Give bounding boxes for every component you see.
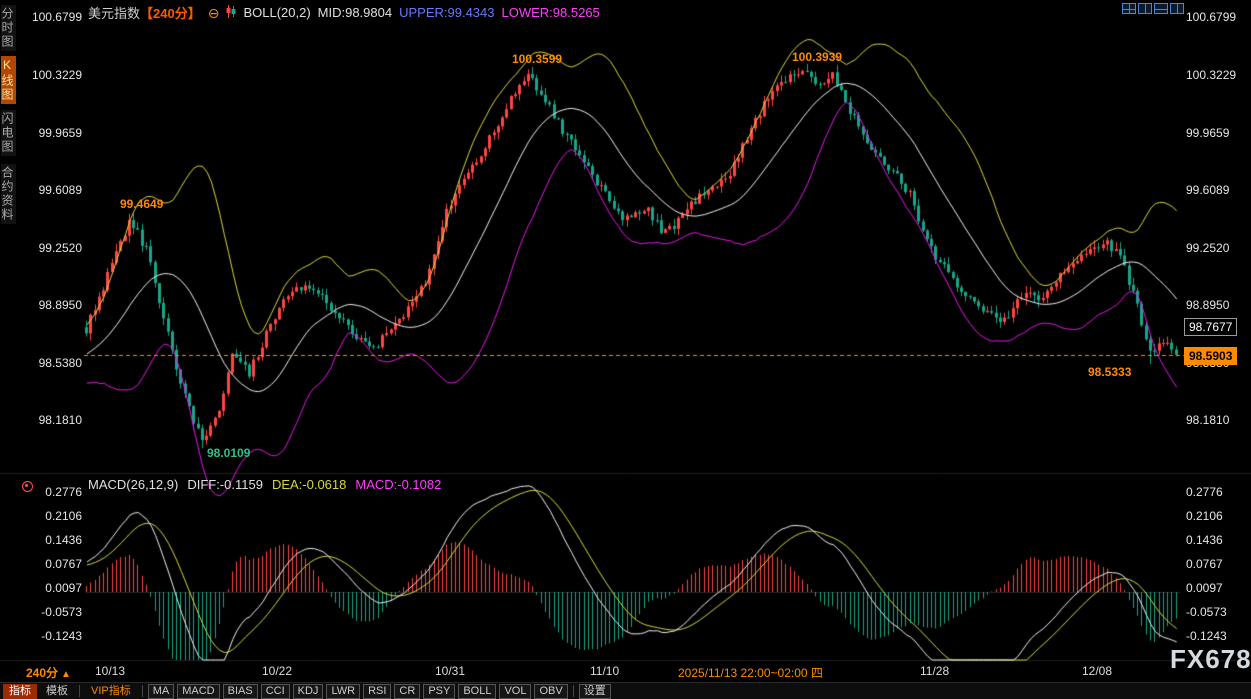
layout-single-icon[interactable] — [1170, 3, 1184, 14]
macd-axis-label: 0.2776 — [1186, 485, 1248, 499]
toolbar-tab-vip-indicators[interactable]: VIP指标 — [85, 684, 137, 699]
y-axis-label: 100.6799 — [28, 10, 82, 24]
toolbar-btn-obv[interactable]: OBV — [534, 684, 567, 699]
candle-chart-icon[interactable] — [226, 5, 236, 21]
highlighted-datetime: 2025/11/13 22:00~02:00 四 — [678, 664, 823, 681]
macd-axis-label: -0.0573 — [28, 605, 82, 619]
price-tag-current: 98.5903 — [1184, 347, 1237, 365]
remove-indicator-icon[interactable]: ⊖ — [208, 7, 220, 19]
boll-lower-value: LOWER:98.5265 — [502, 5, 600, 20]
price-annotation-high3: 100.3939 — [792, 50, 842, 64]
x-axis-label: 10/31 — [435, 664, 465, 678]
toolbar-btn-psy[interactable]: PSY — [423, 684, 455, 699]
macd-axis-label: 0.0097 — [28, 581, 82, 595]
y-axis-label: 98.1810 — [1186, 413, 1248, 427]
macd-header: MACD(26,12,9) DIFF:-0.1159 DEA:-0.0618 M… — [88, 477, 441, 492]
toolbar-btn-macd[interactable]: MACD — [177, 684, 219, 699]
period-label: 【240分】 — [140, 6, 201, 21]
timeframe-text: 240分 — [26, 666, 58, 680]
boll-upper-value: UPPER:99.4343 — [399, 5, 494, 20]
macd-axis-label: -0.1243 — [28, 629, 82, 643]
sidebar-item-contract-info[interactable]: 合约资料 — [1, 164, 16, 224]
toolbar-btn-cr[interactable]: CR — [394, 684, 420, 699]
price-annotation-high2: 100.3599 — [512, 52, 562, 66]
price-tag-secondary: 98.7677 — [1184, 318, 1237, 336]
macd-axis-label: 0.0767 — [1186, 557, 1248, 571]
y-axis-label: 99.2520 — [28, 241, 82, 255]
macd-axis-label: 0.2106 — [28, 509, 82, 523]
x-axis-label: 12/08 — [1082, 664, 1112, 678]
toolbar-btn-settings[interactable]: 设置 — [579, 684, 611, 699]
price-annotation-low2: 98.5333 — [1088, 365, 1131, 379]
macd-diff-value: DIFF:-0.1159 — [187, 477, 263, 492]
sidebar-item-timeshare[interactable]: 分时图 — [1, 5, 16, 51]
y-axis-label: 98.5380 — [28, 356, 82, 370]
x-axis-label: 10/22 — [262, 664, 292, 678]
y-axis-label: 100.3229 — [28, 68, 82, 82]
y-axis-label: 98.8950 — [28, 298, 82, 312]
price-annotation-high1: 99.4649 — [120, 197, 163, 211]
y-axis-label: 99.2520 — [1186, 241, 1248, 255]
toolbar-btn-rsi[interactable]: RSI — [363, 684, 391, 699]
y-axis-label: 100.6799 — [1186, 10, 1248, 24]
y-axis-label: 99.6089 — [28, 183, 82, 197]
trading-app-window: 美元指数【240分】 ⊖ BOLL(20,2) MID:98.9804 UPPE… — [0, 0, 1251, 699]
macd-axis-label: 0.0767 — [28, 557, 82, 571]
toolbar-btn-lwr[interactable]: LWR — [326, 684, 360, 699]
layout-grid-icon[interactable] — [1122, 3, 1136, 14]
brand-watermark: FX678 — [1170, 644, 1251, 675]
macd-hist-value: MACD:-0.1082 — [355, 477, 441, 492]
macd-axis-label: -0.1243 — [1186, 629, 1248, 643]
sidebar-item-flash[interactable]: 闪电图 — [1, 110, 16, 156]
toolbar-btn-vol[interactable]: VOL — [499, 684, 531, 699]
toolbar-separator — [573, 685, 574, 697]
boll-label: BOLL(20,2) — [243, 5, 310, 20]
toolbar-btn-boll[interactable]: BOLL — [458, 684, 496, 699]
layout-hsplit-icon[interactable] — [1154, 3, 1168, 14]
symbol-name: 美元指数 — [88, 6, 140, 21]
sidebar-item-kline[interactable]: K线图 — [1, 56, 16, 104]
macd-axis-label: 0.0097 — [1186, 581, 1248, 595]
boll-mid-value: MID:98.9804 — [318, 5, 392, 20]
macd-axis-label: 0.1436 — [1186, 533, 1248, 547]
y-axis-label: 98.1810 — [28, 413, 82, 427]
timeframe-label[interactable]: 240分▲ — [26, 664, 71, 681]
macd-dea-value: DEA:-0.0618 — [272, 477, 346, 492]
layout-vsplit-icon[interactable] — [1138, 3, 1152, 14]
macd-axis-label: -0.0573 — [1186, 605, 1248, 619]
x-axis-label: 11/28 — [920, 664, 949, 678]
macd-axis-label: 0.1436 — [28, 533, 82, 547]
toolbar-btn-bias[interactable]: BIAS — [223, 684, 258, 699]
candlestick-chart-canvas[interactable] — [0, 0, 1251, 682]
toolbar-tab-templates[interactable]: 模板 — [40, 684, 74, 699]
toolbar-btn-ma[interactable]: MA — [148, 684, 175, 699]
window-layout-controls — [1122, 3, 1184, 14]
toolbar-btn-cci[interactable]: CCI — [261, 684, 290, 699]
up-arrow-icon: ▲ — [61, 669, 71, 680]
x-axis-label: 11/10 — [590, 664, 619, 678]
toolbar-separator — [79, 685, 80, 697]
macd-params: MACD(26,12,9) — [88, 477, 178, 492]
y-axis-label: 99.9659 — [1186, 126, 1248, 140]
price-annotation-low1: 98.0109 — [207, 446, 250, 460]
y-axis-label: 99.9659 — [28, 126, 82, 140]
macd-axis-label: 0.2106 — [1186, 509, 1248, 523]
y-axis-label: 99.6089 — [1186, 183, 1248, 197]
toolbar-separator — [142, 685, 143, 697]
indicator-dot-icon[interactable] — [22, 481, 33, 492]
y-axis-label: 100.3229 — [1186, 68, 1248, 82]
chart-header: 美元指数【240分】 ⊖ BOLL(20,2) MID:98.9804 UPPE… — [88, 3, 600, 22]
toolbar-btn-kdj[interactable]: KDJ — [293, 684, 324, 699]
bottom-toolbar: 指标 模板 VIP指标 MA MACD BIAS CCI KDJ LWR RSI… — [0, 682, 1251, 699]
macd-axis-label: 0.2776 — [28, 485, 82, 499]
toolbar-tab-indicators[interactable]: 指标 — [3, 684, 37, 699]
y-axis-label: 98.8950 — [1186, 298, 1248, 312]
x-axis-label: 10/13 — [95, 664, 125, 678]
